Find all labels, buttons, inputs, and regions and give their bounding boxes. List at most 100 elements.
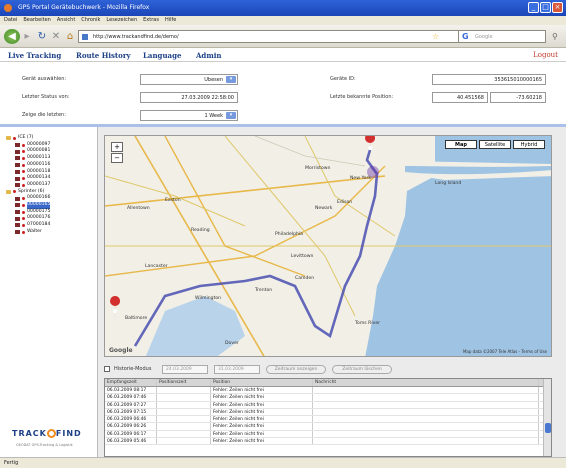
device-id-label: Geräte ID:	[330, 76, 356, 82]
vehicle-icon	[15, 203, 20, 208]
tree-item-label: 00000165	[27, 202, 51, 209]
tree-device-item[interactable]: 00000137	[6, 182, 50, 189]
history-controls: Historie-Modus 24.03.2009 31.03.2009 Zei…	[104, 363, 552, 375]
tree-device-item[interactable]: Walter	[6, 229, 50, 236]
close-button[interactable]: ×	[552, 2, 563, 13]
menu-ansicht[interactable]: Ansicht	[57, 16, 75, 25]
history-from-input[interactable]: 24.03.2009	[162, 365, 208, 374]
nav-language[interactable]: Language	[143, 51, 181, 60]
tree-device-item[interactable]: 00000134	[6, 175, 50, 182]
zoom-out-button[interactable]: −	[111, 153, 123, 163]
map-type-map-button[interactable]: Map	[445, 140, 477, 149]
show-range-button[interactable]: Zeitraum anzeigen	[266, 365, 326, 374]
table-cell	[157, 430, 211, 438]
history-to-input[interactable]: 31.03.2009	[214, 365, 260, 374]
map-type-satellite-button[interactable]: Satellite	[479, 140, 511, 149]
app-navigation: Live Tracking Route History Language Adm…	[0, 48, 566, 62]
table-scrollbar[interactable]	[543, 379, 551, 456]
device-select-value: Ubesen	[204, 77, 223, 83]
google-logo: Google	[109, 347, 133, 354]
menu-bearbeiten[interactable]: Bearbeiten	[23, 16, 50, 25]
table-row[interactable]: 06.03.2009 07:46 Fehler: Zeilen nicht fre…	[105, 394, 551, 402]
home-icon[interactable]: ⌂	[62, 29, 78, 44]
bookmark-star-icon[interactable]: ☆	[432, 32, 439, 41]
pin-icon	[22, 156, 25, 160]
extension-icon[interactable]: ⚲	[552, 32, 558, 41]
header-position-time[interactable]: Positionszeit	[157, 379, 211, 386]
last-position-label: Letzte bekannte Position:	[330, 94, 394, 100]
back-icon[interactable]: ◀	[4, 29, 20, 44]
show-last-label: Zeige die letzten:	[22, 112, 66, 118]
menu-hilfe[interactable]: Hilfe	[165, 16, 176, 25]
search-input[interactable]: G Google	[458, 30, 546, 43]
table-cell	[157, 416, 211, 423]
table-row[interactable]: 06.03.2009 06:46 Fehler: Zeilen nicht fre…	[105, 416, 551, 424]
table-cell: Fehler: Zeilen nicht frei	[211, 394, 313, 401]
map-view[interactable]: + − Allentown Easton Reading Lancaster Phila…	[104, 135, 552, 357]
nav-live-tracking[interactable]: Live Tracking	[8, 51, 61, 60]
trackandfind-logo: TRACK FIND	[12, 429, 82, 438]
nav-route-history[interactable]: Route History	[76, 51, 131, 60]
header-receive-time[interactable]: Empfangszeit	[105, 379, 157, 386]
map-place-label: Toms River	[355, 321, 381, 326]
tree-device-item[interactable]: 00000113	[6, 155, 50, 162]
vehicle-icon	[15, 210, 20, 215]
table-row[interactable]: 06.03.2009 06:17 Fehler: Zeilen nicht fre…	[105, 430, 551, 439]
minimize-button[interactable]: _	[528, 2, 539, 13]
last-status-field[interactable]: 27.03.2009 22:58:00	[140, 92, 238, 103]
header-message[interactable]: Nachricht	[313, 379, 539, 386]
title-bar: GPS Portal Gerätebuchwerk - Mozilla Fire…	[0, 0, 566, 16]
table-cell	[157, 408, 211, 416]
map-place-label: Lancaster	[145, 264, 168, 269]
table-row[interactable]: 06.03.2009 05:46 Fehler: Zeilen nicht fre…	[105, 438, 551, 446]
menu-datei[interactable]: Datei	[4, 16, 17, 25]
device-id-field[interactable]: 353615010000165	[432, 74, 546, 85]
map-place-label: Wilmington	[195, 296, 222, 301]
menu-chronik[interactable]: Chronik	[81, 16, 100, 25]
chevron-down-icon: ▾	[226, 76, 236, 83]
device-select[interactable]: Ubesen ▾	[140, 74, 238, 85]
nav-admin[interactable]: Admin	[196, 51, 221, 60]
table-row[interactable]: 06.03.2009 06:26 Fehler: Zeilen nicht fre…	[105, 423, 551, 431]
table-cell	[157, 423, 211, 430]
favicon-icon	[82, 34, 88, 40]
vehicle-icon	[15, 169, 20, 174]
tree-device-item[interactable]: 07000184	[6, 222, 50, 229]
table-cell: Fehler: Zeilen nicht frei	[211, 438, 313, 445]
pin-icon	[22, 150, 25, 154]
table-row[interactable]: 06.03.2009 07:27 Fehler: Zeilen nicht fre…	[105, 401, 551, 409]
map-place-label: Easton	[165, 198, 181, 203]
history-mode-checkbox[interactable]	[104, 366, 110, 372]
table-row[interactable]: 06.03.2009 07:15 Fehler: Zeilen nicht fre…	[105, 408, 551, 417]
logout-link[interactable]: Logout	[533, 51, 558, 59]
maximize-button[interactable]: □	[540, 2, 551, 13]
logo-text: TRACK	[12, 429, 47, 438]
table-cell: Fehler: Zeilen nicht frei	[211, 423, 313, 430]
tree-device-item[interactable]: 00000165	[6, 202, 51, 209]
table-row[interactable]: 06.03.2009 08:17 Fehler: Zeilen nicht fre…	[105, 387, 551, 395]
scrollbar-thumb[interactable]	[545, 423, 551, 433]
map-place-label: Edison	[337, 200, 353, 205]
map-place-label: Camden	[295, 276, 315, 281]
show-last-select[interactable]: 1 Week ▾	[140, 110, 238, 121]
last-position-lat[interactable]: 40.451568	[432, 92, 488, 103]
tree-group-item[interactable]: ICE (7)	[6, 135, 50, 142]
url-bar[interactable]: http://www.trackandfind.de/demo/	[78, 30, 462, 43]
show-last-value: 1 Week	[204, 113, 223, 119]
search-placeholder: Google	[475, 34, 493, 40]
table-cell	[313, 416, 539, 423]
tree-device-item[interactable]: 00000116	[6, 162, 50, 169]
map-place-label: Reading	[191, 228, 210, 233]
map-type-hybrid-button[interactable]: Hybrid	[513, 140, 545, 149]
clear-range-button[interactable]: Zeitraum löschen	[332, 365, 392, 374]
table-cell	[157, 438, 211, 445]
table-cell	[313, 423, 539, 430]
forward-icon[interactable]: ▸	[22, 29, 32, 44]
header-position[interactable]: Position	[211, 379, 313, 386]
menu-lesezeichen[interactable]: Lesezeichen	[106, 16, 137, 25]
last-position-lon[interactable]: -73.60218	[490, 92, 546, 103]
menu-bar: Datei Bearbeiten Ansicht Chronik Lesezei…	[0, 16, 566, 25]
table-cell: Fehler: Zeilen nicht frei	[211, 416, 313, 423]
zoom-in-button[interactable]: +	[111, 142, 123, 152]
menu-extras[interactable]: Extras	[143, 16, 159, 25]
